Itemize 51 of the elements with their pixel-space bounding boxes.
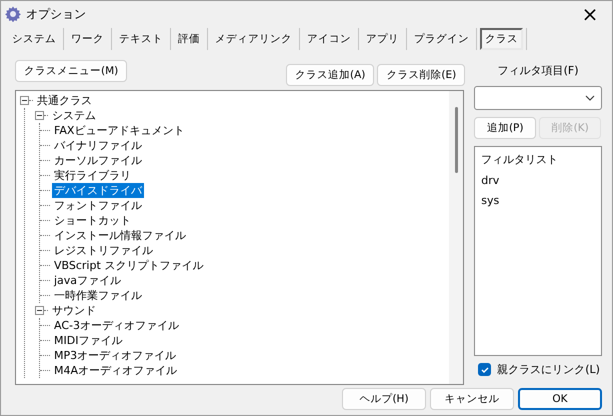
chevron-down-icon: [585, 95, 595, 101]
checkbox-label[interactable]: 親クラスにリンク(L): [497, 362, 600, 377]
tab[interactable]: 評価: [174, 28, 204, 50]
tab[interactable]: アプリ: [362, 28, 403, 50]
tree-item[interactable]: MIDIファイル: [52, 333, 124, 348]
tree-item[interactable]: MP3オーディオファイル: [52, 348, 178, 363]
tree-item[interactable]: デバイスドライバ: [52, 183, 144, 198]
class-menu-button[interactable]: クラスメニュー(M): [15, 60, 128, 82]
filter-label: フィルタ項目(F): [496, 63, 580, 79]
add-button[interactable]: 追加(P): [474, 117, 536, 139]
tree-item[interactable]: システム: [50, 108, 98, 123]
tab[interactable]: システム: [8, 28, 60, 50]
cancel-button[interactable]: キャンセル: [430, 388, 514, 410]
list-header: フィルタリスト: [481, 152, 560, 168]
tree-item[interactable]: ショートカット: [52, 213, 133, 228]
ok-button[interactable]: OK: [518, 388, 602, 410]
tree-item[interactable]: javaファイル: [52, 273, 124, 288]
filter-dropdown[interactable]: [474, 86, 602, 110]
window-title: オプション: [26, 6, 86, 22]
tab[interactable]: アイコン: [303, 28, 355, 50]
tree-item[interactable]: サウンド: [50, 303, 98, 318]
tree-item[interactable]: バイナリファイル: [52, 138, 144, 153]
help-button[interactable]: ヘルプ(H): [342, 388, 426, 410]
tree-item[interactable]: M4Aオーディオファイル: [52, 363, 180, 378]
gear-icon: [5, 6, 21, 22]
tree-item[interactable]: FAXビューアドキュメント: [52, 123, 186, 138]
close-button[interactable]: ×: [568, 1, 612, 27]
tree-item[interactable]: インストール情報ファイル: [52, 228, 188, 243]
scrollbar-thumb[interactable]: [454, 107, 458, 173]
tab[interactable]: ワーク: [67, 28, 108, 50]
list-item[interactable]: drv: [481, 171, 595, 191]
tab[interactable]: メディアリンク: [211, 28, 296, 50]
collapse-icon[interactable]: [35, 111, 44, 120]
add-class-button[interactable]: クラス追加(A): [286, 64, 374, 86]
tab[interactable]: クラス: [480, 28, 523, 50]
collapse-icon[interactable]: [20, 96, 29, 105]
checkbox[interactable]: [478, 363, 492, 376]
tree-item[interactable]: AC-3オーディオファイル: [52, 318, 181, 333]
list-item[interactable]: sys: [481, 191, 595, 211]
tree-item[interactable]: 一時作業ファイル: [52, 288, 144, 303]
tab[interactable]: テキスト: [115, 28, 167, 50]
collapse-icon[interactable]: [35, 306, 44, 315]
tree-item[interactable]: フォントファイル: [52, 198, 144, 213]
delete-class-button[interactable]: クラス削除(E): [377, 64, 466, 86]
tree-item[interactable]: カーソルファイル: [52, 153, 144, 168]
tree-item[interactable]: VBScript スクリプトファイル: [52, 258, 206, 273]
tree-item[interactable]: レジストリファイル: [52, 243, 155, 258]
checkmark-icon: [480, 364, 490, 374]
tab[interactable]: プラグイン: [410, 28, 473, 50]
tree-item[interactable]: 共通クラス: [35, 93, 94, 108]
tree-item[interactable]: 実行ライブラリ: [52, 168, 133, 183]
